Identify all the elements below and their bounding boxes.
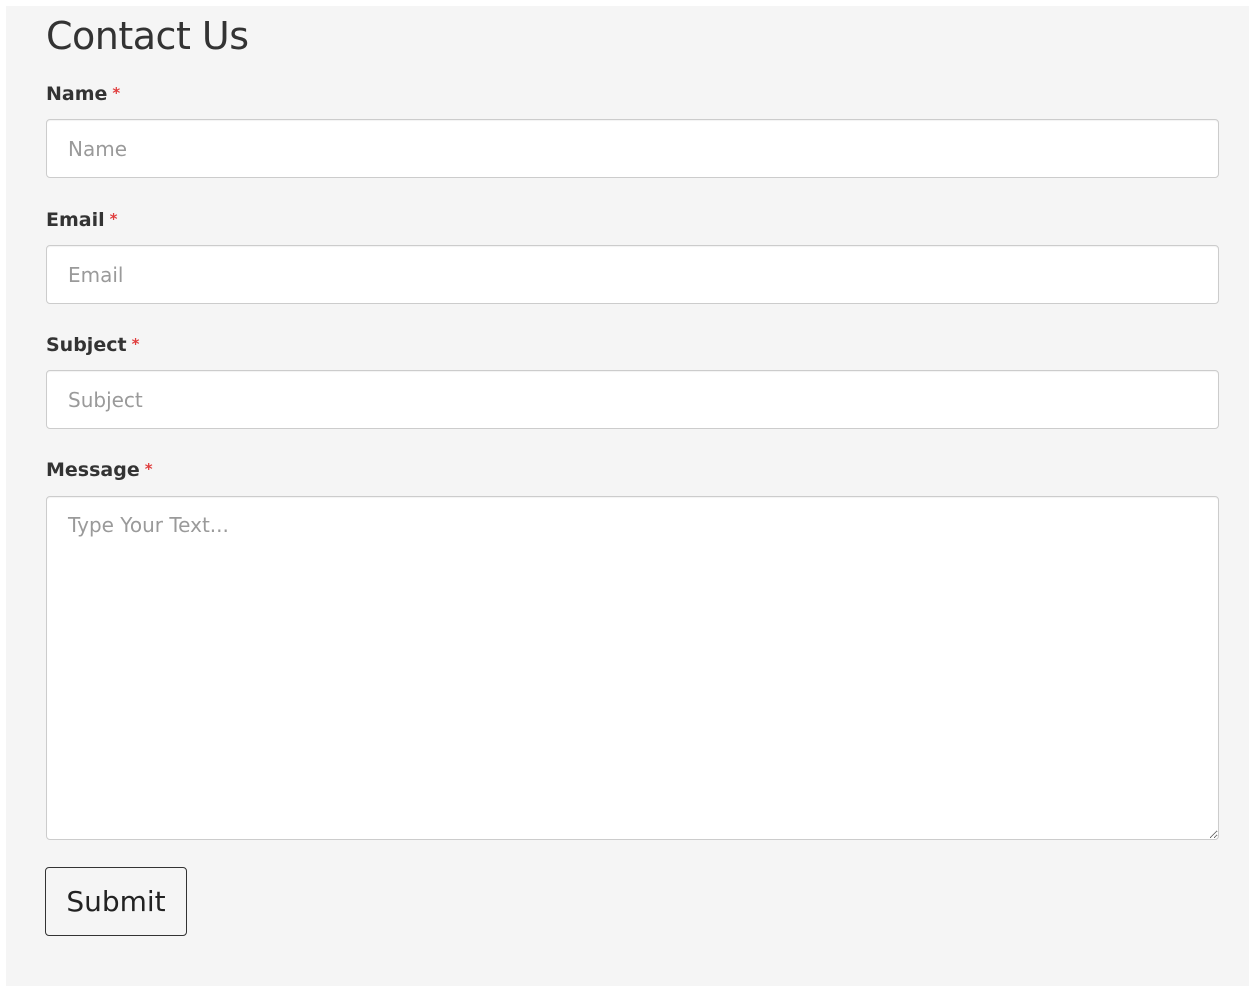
- submit-button[interactable]: Submit: [45, 867, 187, 936]
- email-label: Email *: [46, 209, 117, 231]
- required-marker: *: [131, 335, 140, 353]
- message-textarea[interactable]: [46, 496, 1219, 840]
- page-title: Contact Us: [46, 14, 249, 58]
- email-label-text: Email: [46, 209, 105, 231]
- required-marker: *: [109, 210, 118, 228]
- message-label-text: Message: [46, 459, 140, 481]
- message-label: Message *: [46, 459, 153, 481]
- contact-form-panel: Contact Us Name* Email* Subject* Message…: [6, 6, 1249, 986]
- subject-label: Subject *: [46, 334, 139, 356]
- subject-label-text: Subject: [46, 334, 127, 356]
- name-label: Name *: [46, 83, 120, 105]
- email-input[interactable]: [46, 245, 1219, 304]
- name-input[interactable]: [46, 119, 1219, 178]
- required-marker: *: [112, 84, 121, 102]
- name-label-text: Name: [46, 83, 108, 105]
- required-marker: *: [144, 460, 153, 478]
- subject-input[interactable]: [46, 370, 1219, 429]
